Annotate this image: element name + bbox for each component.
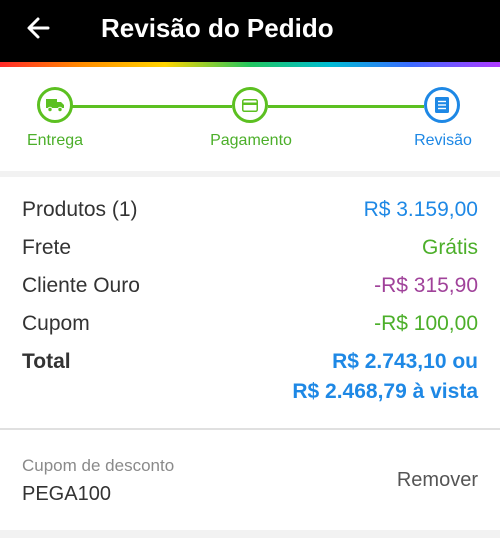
coupon-section-label: Cupom de desconto — [22, 456, 175, 475]
summary-row-coupon: Cupom -R$ 100,00 — [22, 309, 478, 339]
remove-coupon-button[interactable]: Remover — [397, 468, 478, 492]
step-label-review: Revisão — [414, 132, 472, 149]
coupon-discount: -R$ 100,00 — [374, 312, 478, 335]
credit-card-icon — [242, 98, 258, 112]
document-icon — [435, 97, 449, 113]
truck-icon — [46, 99, 64, 112]
summary-row-gold-client: Cliente Ouro -R$ 315,90 — [22, 271, 478, 301]
step-label-payment: Pagamento — [210, 132, 292, 149]
total-installment-price: R$ 2.743,10 ou — [332, 350, 478, 373]
arrow-left-icon — [27, 17, 50, 39]
gold-client-label: Cliente Ouro — [22, 274, 140, 297]
coupon-label: Cupom — [22, 312, 90, 335]
coupon-code: PEGA100 — [22, 483, 111, 505]
summary-row-total: Total R$ 2.743,10 ou R$ 2.468,79 à vista — [22, 347, 478, 407]
summary-row-shipping: Frete Grátis — [22, 233, 478, 263]
total-cash-price: R$ 2.468,79 à vista — [292, 380, 478, 403]
page-title: Revisão do Pedido — [101, 13, 334, 43]
step-connector-2 — [268, 105, 424, 108]
shipping-value: Grátis — [421, 236, 478, 259]
products-label: Produtos (1) — [22, 198, 138, 221]
shipping-label: Frete — [22, 236, 72, 259]
checkout-stepper: Entrega Pagamento Revisão — [0, 67, 500, 171]
total-label: Total — [22, 350, 71, 373]
back-button[interactable] — [22, 13, 58, 43]
total-value: R$ 2.743,10 ou R$ 2.468,79 à vista — [292, 347, 478, 407]
app-bar: Revisão do Pedido — [0, 0, 500, 62]
order-summary: Produtos (1) R$ 3.159,00 Frete Grátis Cl… — [0, 177, 500, 429]
bottom-separator — [0, 530, 500, 538]
step-connector-1 — [72, 105, 232, 108]
step-delivery[interactable] — [37, 87, 73, 123]
gold-client-discount: -R$ 315,90 — [374, 274, 478, 297]
summary-row-products: Produtos (1) R$ 3.159,00 — [22, 195, 478, 225]
step-review[interactable] — [424, 87, 460, 123]
coupon-section: Cupom de desconto PEGA100 Remover — [0, 430, 500, 530]
step-payment[interactable] — [232, 87, 268, 123]
step-label-delivery: Entrega — [26, 132, 84, 149]
products-value: R$ 3.159,00 — [363, 198, 478, 221]
